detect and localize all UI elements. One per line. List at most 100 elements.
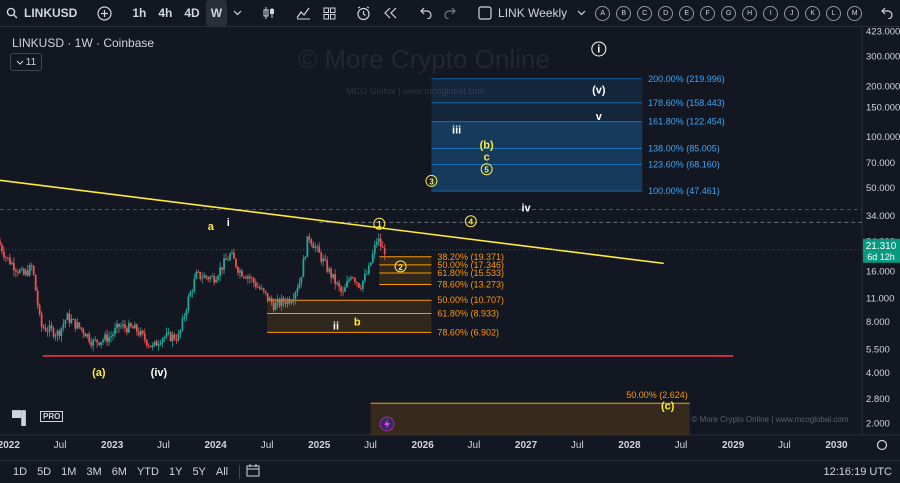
drawing-button-f[interactable]: F xyxy=(700,5,716,21)
candle-body xyxy=(179,330,182,334)
interval-w[interactable]: W xyxy=(205,0,228,26)
drawing-button-l[interactable]: L xyxy=(826,5,842,21)
range-button-6m[interactable]: 6M xyxy=(107,466,132,478)
drawing-button-a[interactable]: A xyxy=(595,5,611,21)
layout-name[interactable]: LINK Weekly xyxy=(498,0,573,26)
candle-body xyxy=(171,334,174,342)
fib-retracement-label: 50.00% (10.707) xyxy=(437,295,504,305)
interval-4d[interactable]: 4D xyxy=(178,0,205,26)
layout-icon[interactable] xyxy=(472,0,498,26)
search-icon[interactable] xyxy=(0,0,24,26)
interval-4h[interactable]: 4h xyxy=(152,0,178,26)
candle-body xyxy=(246,276,249,279)
wave-label: a xyxy=(208,221,215,233)
range-button-5d[interactable]: 5D xyxy=(32,466,56,478)
candle-body xyxy=(197,271,200,273)
undo-icon[interactable] xyxy=(412,0,438,26)
symbol-search[interactable]: LINKUSD xyxy=(24,0,83,26)
replay-icon[interactable] xyxy=(377,0,404,26)
candle-body xyxy=(78,322,81,328)
drawing-button-m[interactable]: M xyxy=(847,5,863,21)
range-button-ytd[interactable]: YTD xyxy=(132,466,164,478)
candle-body xyxy=(48,325,51,332)
indicator-count-badge[interactable]: 11 xyxy=(10,53,42,71)
fib-extension-label: 100.00% (47.461) xyxy=(648,186,720,196)
undo-icon[interactable] xyxy=(875,0,897,26)
candle-body xyxy=(9,257,11,265)
candle-body xyxy=(304,256,307,259)
drawing-button-c[interactable]: C xyxy=(637,5,653,21)
wave-label: v xyxy=(596,111,603,123)
range-button-1y[interactable]: 1Y xyxy=(164,466,187,478)
tradingview-logo[interactable]: ▀▌ PRO xyxy=(12,410,66,425)
range-button-all[interactable]: All xyxy=(211,466,233,478)
bar-countdown: 6d 12h xyxy=(867,252,895,262)
drawing-button-h[interactable]: H xyxy=(742,5,758,21)
fib-extension-label: 138.00% (85.005) xyxy=(648,143,720,153)
chevron-down-icon[interactable] xyxy=(573,0,590,26)
range-button-1m[interactable]: 1M xyxy=(56,466,81,478)
candle-body xyxy=(237,267,239,273)
range-button-5y[interactable]: 5Y xyxy=(187,466,210,478)
candle-body xyxy=(12,262,15,271)
date-range-calendar-icon[interactable] xyxy=(246,464,260,480)
candle-body xyxy=(98,342,101,345)
candles-icon[interactable] xyxy=(256,0,282,26)
compare-symbol-icon[interactable] xyxy=(91,0,118,26)
candle-body xyxy=(292,298,295,302)
range-button-1d[interactable]: 1D xyxy=(8,466,32,478)
drawing-button-i[interactable]: I xyxy=(763,5,779,21)
wave-label: 2 xyxy=(398,263,403,272)
candle-body xyxy=(359,287,362,289)
wave-label: iv xyxy=(521,202,531,214)
fib-retracement-zone xyxy=(379,256,432,285)
drawing-button-g[interactable]: G xyxy=(721,5,737,21)
price-tick-label: 300.000 xyxy=(866,52,900,63)
candle-body xyxy=(350,277,352,280)
fib-retracement-label: 61.80% (8.933) xyxy=(437,308,499,318)
candle-body xyxy=(112,334,114,337)
range-button-3m[interactable]: 3M xyxy=(81,466,106,478)
candle-body xyxy=(30,265,33,266)
candle-body xyxy=(10,262,13,265)
candle-body xyxy=(60,327,63,337)
templates-icon[interactable] xyxy=(317,0,342,26)
chevron-down-icon[interactable] xyxy=(227,0,248,26)
indicator-count: 11 xyxy=(25,56,37,68)
candle-body xyxy=(272,302,275,311)
drawing-button-b[interactable]: B xyxy=(616,5,632,21)
candle-body xyxy=(266,293,269,301)
candle-body xyxy=(185,310,188,317)
redo-icon[interactable] xyxy=(438,0,464,26)
candle-body xyxy=(324,258,327,261)
clock[interactable]: 12:16:19 UTC xyxy=(824,466,900,478)
time-tick-label: 2030 xyxy=(825,440,848,451)
candle-body xyxy=(70,319,73,323)
drawing-button-e[interactable]: E xyxy=(679,5,695,21)
fib-extension-label: 123.60% (68.160) xyxy=(648,160,720,170)
candle-body xyxy=(207,277,210,280)
candle-body xyxy=(135,324,138,332)
candle-body xyxy=(52,328,55,337)
drawing-button-k[interactable]: K xyxy=(805,5,821,21)
candle-body xyxy=(22,268,25,275)
drawing-button-d[interactable]: D xyxy=(658,5,674,21)
candle-body xyxy=(147,345,150,347)
candle-body xyxy=(235,258,237,268)
candle-body xyxy=(260,288,263,290)
current-price-value: 21.310 xyxy=(866,241,897,252)
candle-body xyxy=(66,313,69,321)
fib-retracement-label: 78.60% (6.902) xyxy=(437,327,499,337)
price-tick-label: 4.000 xyxy=(866,368,890,379)
price-tick-label: 2.800 xyxy=(866,394,890,405)
candle-body xyxy=(129,323,132,327)
candle-body xyxy=(62,323,65,328)
candle-body xyxy=(46,331,49,332)
drawing-button-j[interactable]: J xyxy=(784,5,800,21)
candle-body xyxy=(302,258,305,277)
interval-1h[interactable]: 1h xyxy=(126,0,152,26)
candle-body xyxy=(127,323,130,333)
candle-body xyxy=(288,298,291,304)
alert-icon[interactable] xyxy=(350,0,377,26)
indicators-icon[interactable] xyxy=(290,0,317,26)
